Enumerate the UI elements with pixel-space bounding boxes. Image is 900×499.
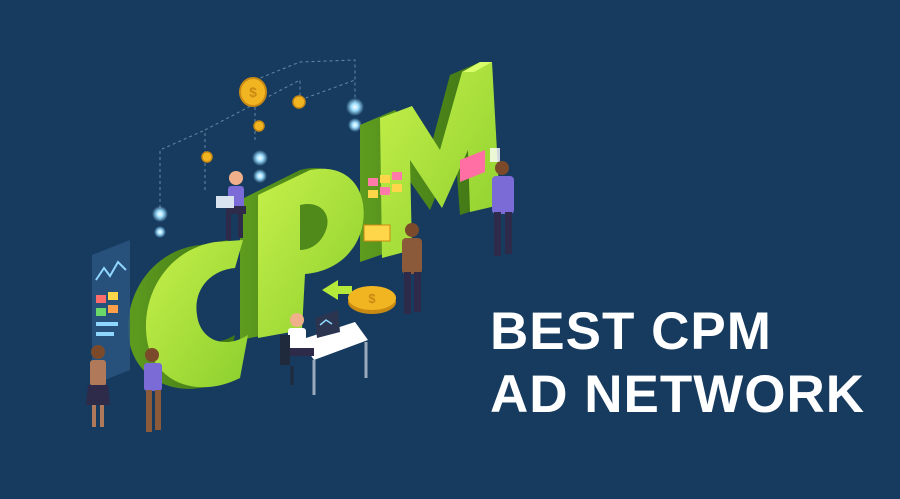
coin-icon bbox=[253, 120, 265, 132]
headline-line-2: AD NETWORK bbox=[490, 365, 866, 424]
coin-icon: $ bbox=[239, 77, 267, 107]
svg-text:$: $ bbox=[368, 291, 376, 306]
headline-line-1: BEST CPM bbox=[490, 302, 772, 361]
svg-text:$: $ bbox=[249, 84, 257, 100]
coin-icon: $ bbox=[348, 286, 396, 314]
headline: BEST CPM AD NETWORK bbox=[490, 300, 865, 426]
coin-icon bbox=[201, 151, 213, 163]
banner: $ $ BEST CPM AD NETWORK bbox=[0, 0, 900, 499]
person-sitting-laptop bbox=[216, 171, 246, 240]
arrow-icon bbox=[322, 280, 352, 300]
coin-icon bbox=[292, 95, 306, 109]
letter-p bbox=[240, 168, 364, 340]
